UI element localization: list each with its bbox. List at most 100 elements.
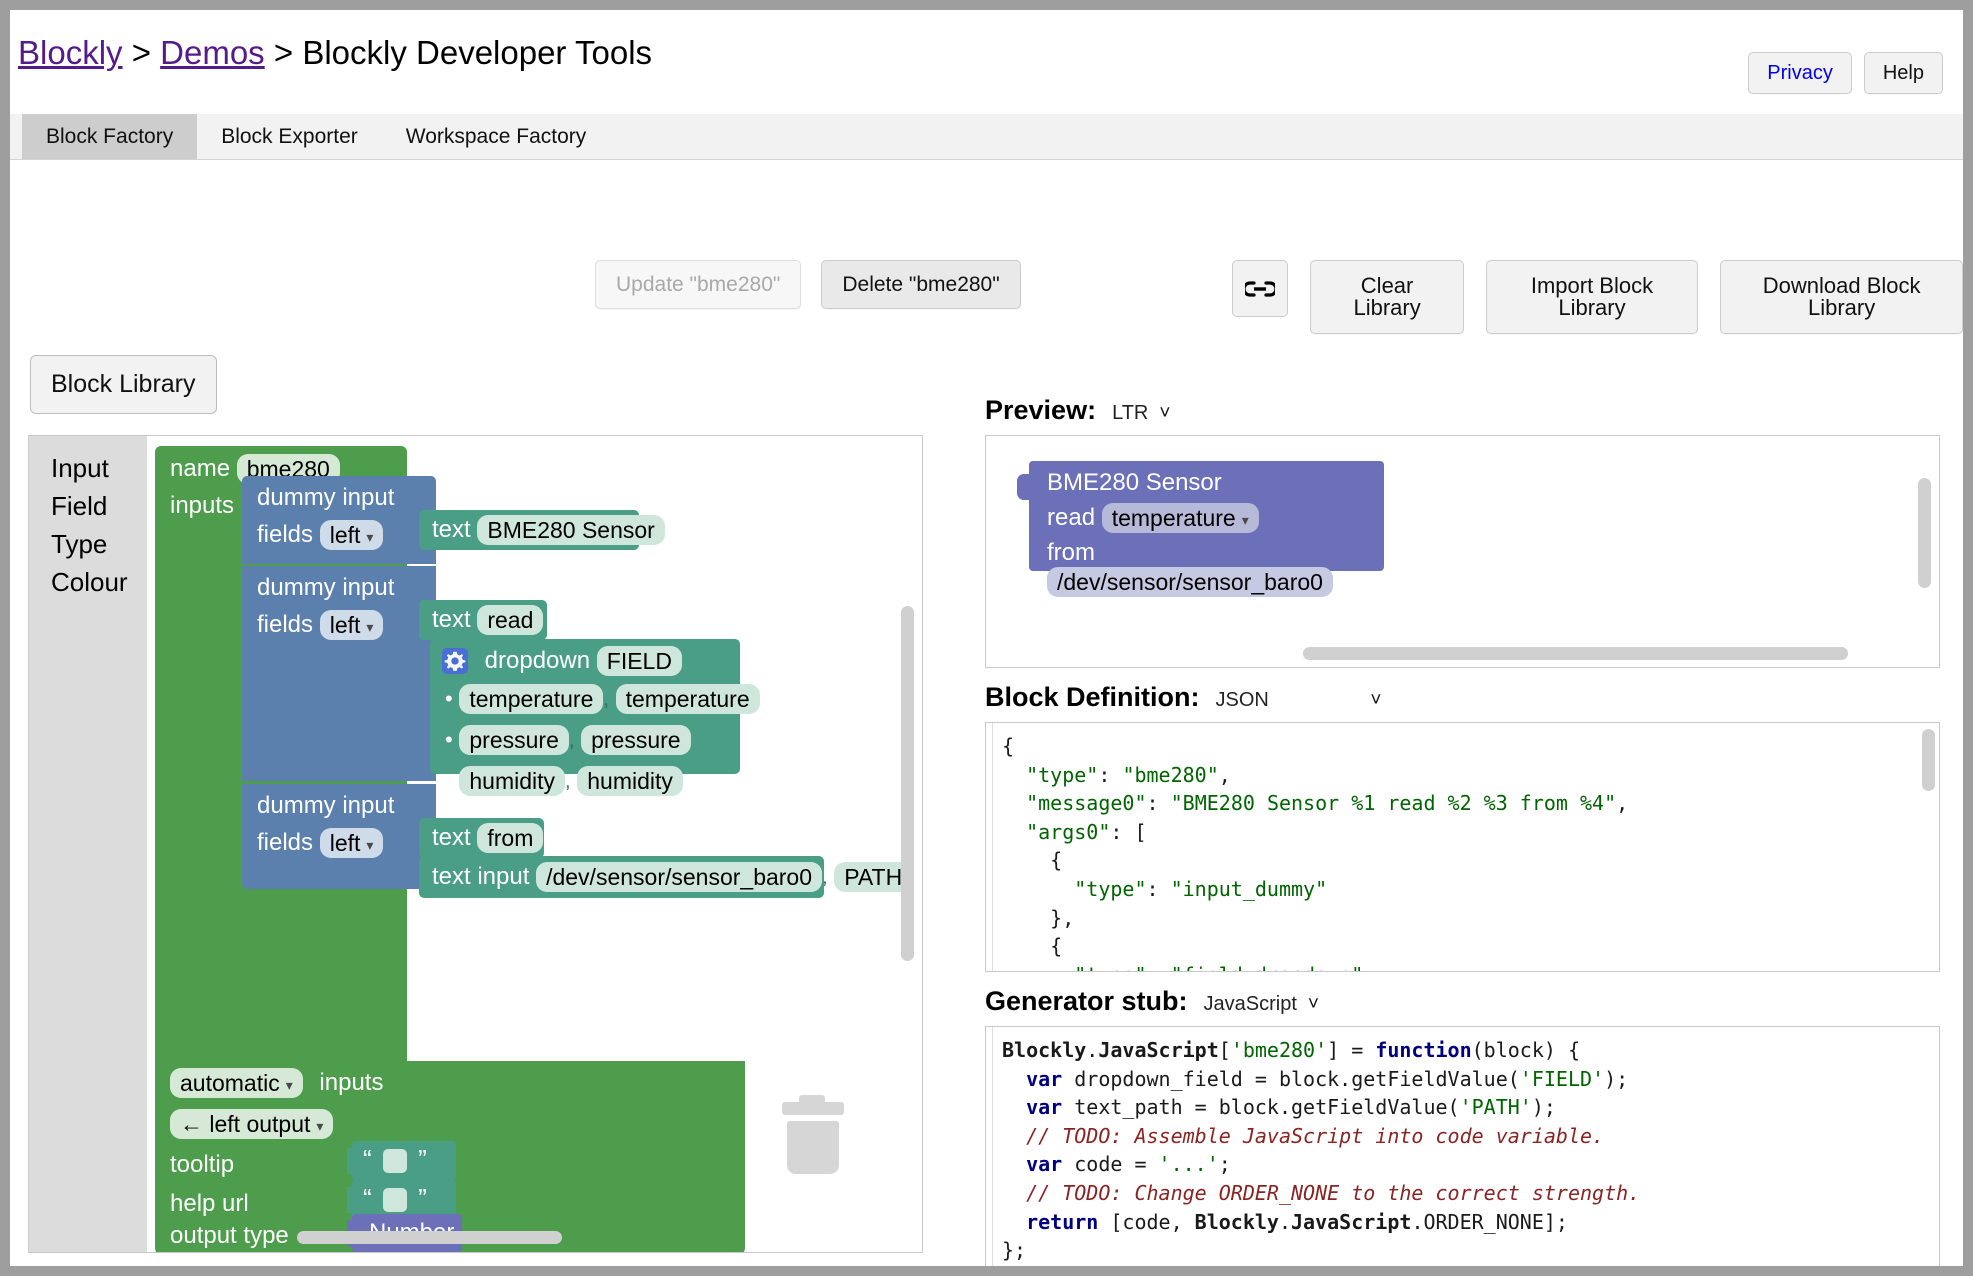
trash-icon[interactable] [782, 1095, 844, 1174]
block-factory-workspace[interactable]: Input Field Type Colour name bme280 inpu… [28, 435, 923, 1253]
block-definition-editor[interactable]: { "type": "bme280", "message0": "BME280 … [985, 722, 1940, 972]
preview-block[interactable]: BME280 Sensor read temperature ▾ from /de… [1017, 461, 1384, 598]
bullet-icon: • [445, 768, 453, 794]
preview-block-title: BME280 Sensor [1047, 469, 1222, 496]
field-dropdown-header: dropdown FIELD [442, 646, 682, 677]
library-toolbar: Update "bme280" Delete "bme280" Clear Li… [10, 260, 1963, 334]
bullet-icon: • [445, 727, 453, 753]
block-definition-format-select[interactable]: JSON ˅ [1211, 687, 1382, 714]
editor-gutter [986, 1027, 993, 1266]
generator-stub-editor[interactable]: Blockly.JavaScript['bme280'] = function(… [985, 1026, 1940, 1266]
tab-block-exporter[interactable]: Block Exporter [197, 114, 382, 159]
preview-header: Preview: LTR ˅ [985, 395, 1940, 427]
block-definition-header: Block Definition: JSON ˅ [985, 682, 1940, 714]
bullet-icon: • [445, 686, 453, 712]
preview-block-output-connector [1017, 474, 1030, 500]
workspace-canvas[interactable]: name bme280 inputs dummy input fields le… [147, 436, 922, 1252]
block-library-button[interactable]: Block Library [30, 355, 217, 414]
chevron-down-icon: ▾ [316, 1117, 324, 1134]
quote-close-icon: ” [418, 1183, 427, 1213]
generator-stub-language-value: JavaScript [1199, 991, 1301, 1018]
field-text-row-2: text read [432, 605, 544, 636]
tooltip-empty-field[interactable] [382, 1149, 407, 1174]
inline-mode-suffix: inputs [319, 1069, 384, 1097]
preview-read-dropdown[interactable]: temperature ▾ [1101, 503, 1259, 534]
toolbox-category-type[interactable]: Type [29, 525, 147, 563]
workspace-horizontal-scrollbar[interactable] [297, 1231, 562, 1244]
tab-workspace-factory[interactable]: Workspace Factory [382, 114, 611, 159]
field-text-value-1[interactable]: BME280 Sensor [477, 515, 665, 546]
breadcrumb-separator-2: > [273, 34, 294, 71]
name-label: name [170, 455, 231, 483]
block-actions: Update "bme280" Delete "bme280" [595, 260, 1021, 309]
preview-direction-select[interactable]: LTR ˅ [1108, 400, 1170, 427]
preview-from-field[interactable]: /dev/sensor/sensor_baro0 [1047, 566, 1333, 598]
chevron-down-icon: ▾ [1241, 511, 1249, 528]
field-text-input-value[interactable]: /dev/sensor/sensor_baro0 [536, 862, 823, 893]
preview-block-from-row: from /dev/sensor/sensor_baro0 [1047, 538, 1384, 598]
dropdown-option-display-1[interactable]: temperature [459, 684, 604, 715]
preview-block-read-row: read temperature ▾ [1047, 503, 1259, 534]
field-text-label-1: text [432, 516, 471, 544]
breadcrumb: Blockly > Demos > Blockly Developer Tool… [18, 34, 652, 72]
privacy-button[interactable]: Privacy [1748, 52, 1852, 94]
block-definition-scrollbar[interactable] [1922, 729, 1935, 791]
preview-from-label: from [1047, 538, 1095, 566]
download-library-button[interactable]: Download Block Library [1720, 260, 1963, 334]
field-dropdown-name[interactable]: FIELD [596, 646, 682, 677]
help-button[interactable]: Help [1863, 52, 1943, 94]
preview-workspace[interactable]: BME280 Sensor read temperature ▾ from /de… [985, 435, 1940, 668]
breadcrumb-link-blockly[interactable]: Blockly [18, 34, 123, 71]
page-title: Blockly Developer Tools [302, 34, 653, 71]
tooltip-quotes: “ ” [363, 1144, 427, 1175]
editor-gutter [986, 723, 993, 971]
field-text-row-1: text BME280 Sensor [432, 515, 665, 546]
dropdown-option-value-1[interactable]: temperature [615, 684, 760, 715]
field-text-row-3: text from [432, 823, 544, 854]
field-text-label-3: text [432, 824, 471, 852]
header-actions: Privacy Help [1748, 52, 1943, 94]
gear-icon[interactable] [442, 648, 468, 675]
preview-horizontal-scrollbar[interactable] [1303, 647, 1848, 660]
generator-stub-code[interactable]: Blockly.JavaScript['bme280'] = function(… [986, 1027, 1939, 1265]
block-definition-format-value: JSON [1211, 687, 1273, 714]
workspace-vertical-scrollbar[interactable] [901, 606, 914, 961]
field-text-value-2[interactable]: read [477, 605, 544, 636]
chevron-down-icon: ˅ [1370, 689, 1382, 711]
dropdown-option-row-3: • humidity, humidity [445, 766, 683, 797]
field-text-value-3[interactable]: from [477, 823, 544, 854]
input-3-align-dropdown[interactable]: left ▾ [319, 828, 384, 859]
clear-library-button[interactable]: Clear Library [1310, 260, 1464, 334]
generator-stub-language-select[interactable]: JavaScript ˅ [1199, 991, 1319, 1018]
toolbox-category-colour[interactable]: Colour [29, 563, 147, 601]
toolbox-category-input[interactable]: Input [29, 449, 147, 487]
tooltip-label: tooltip [170, 1151, 235, 1178]
preview-vertical-scrollbar[interactable] [1918, 478, 1931, 588]
block-definition-code[interactable]: { "type": "bme280", "message0": "BME280 … [986, 723, 1939, 971]
dropdown-option-value-2[interactable]: pressure [581, 725, 691, 756]
connections-dropdown[interactable]: ← left output ▾ [170, 1109, 334, 1140]
input-3-fields-label: fields [257, 829, 314, 857]
dropdown-option-display-2[interactable]: pressure [459, 725, 569, 756]
quote-open-icon: “ [363, 1144, 372, 1174]
output-type-label: output type [170, 1222, 289, 1249]
tab-block-factory[interactable]: Block Factory [22, 114, 198, 159]
chevron-down-icon: ▾ [366, 836, 374, 853]
field-dropdown-label: dropdown [484, 647, 591, 675]
delete-block-button[interactable]: Delete "bme280" [821, 260, 1021, 309]
import-library-button[interactable]: Import Block Library [1485, 260, 1699, 334]
generator-stub-title: Generator stub: [985, 986, 1188, 1016]
breadcrumb-link-demos[interactable]: Demos [160, 34, 265, 71]
inline-mode-dropdown[interactable]: automatic ▾ [170, 1068, 303, 1099]
update-block-button[interactable]: Update "bme280" [595, 260, 802, 309]
dropdown-option-value-3[interactable]: humidity [577, 766, 683, 797]
toolbox-category-field[interactable]: Field [29, 487, 147, 525]
input-1-align-dropdown[interactable]: left ▾ [319, 520, 384, 551]
chevron-down-icon: ▾ [285, 1076, 293, 1093]
help-url-empty-field[interactable] [382, 1188, 407, 1213]
link-icon[interactable] [1232, 260, 1289, 317]
block-definition-title: Block Definition: [985, 682, 1200, 712]
dropdown-option-display-3[interactable]: humidity [459, 766, 566, 797]
input-2-align-dropdown[interactable]: left ▾ [319, 610, 384, 641]
field-text-input-label: text input [432, 863, 530, 891]
